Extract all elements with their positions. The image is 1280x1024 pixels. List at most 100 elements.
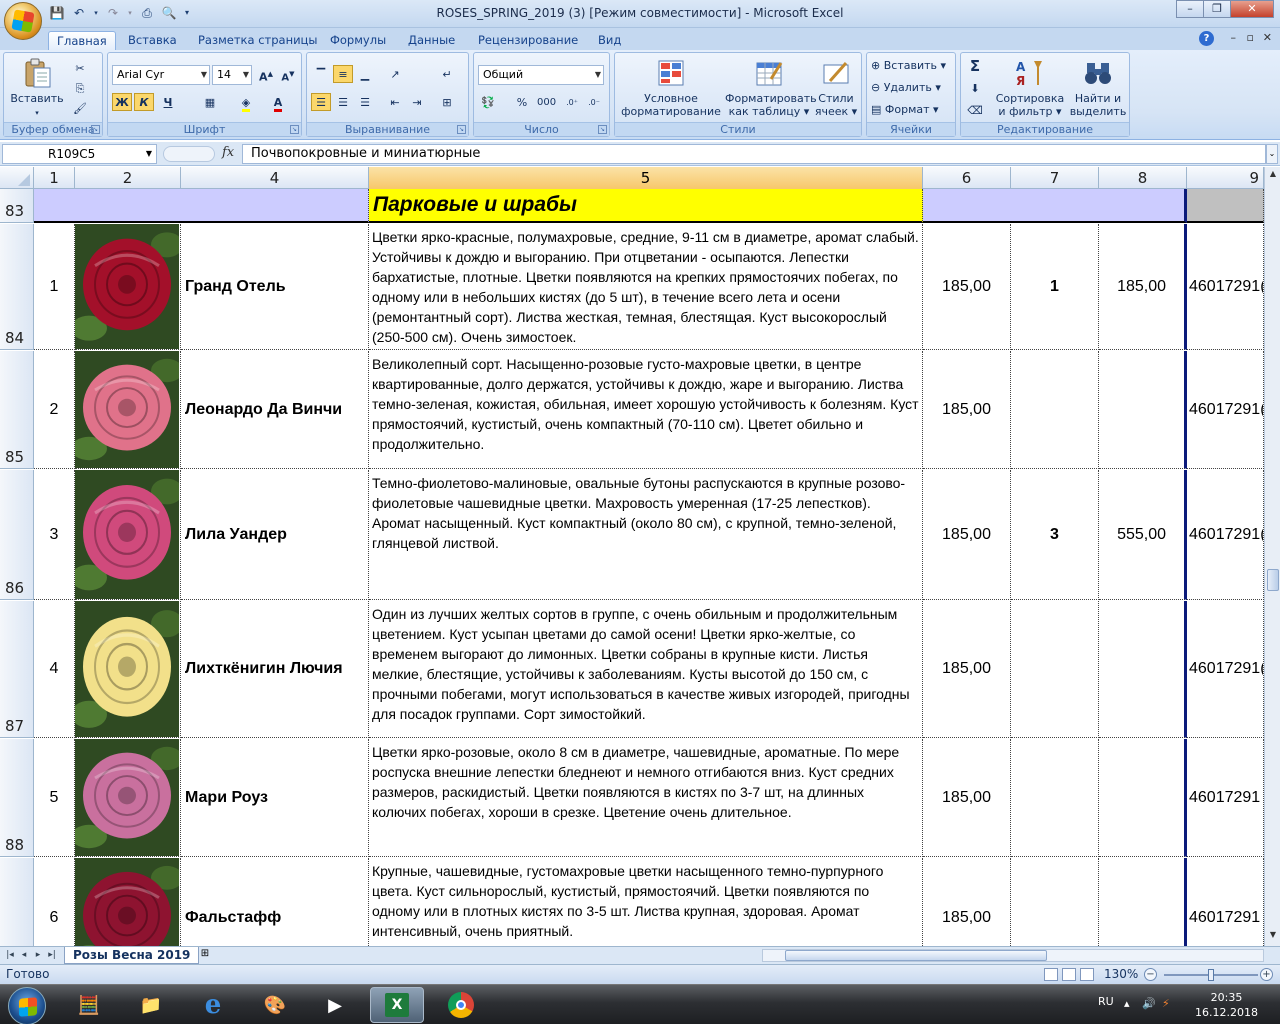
decrease-indent-icon[interactable]: ⇤ bbox=[385, 93, 405, 111]
section-cell[interactable] bbox=[1187, 189, 1264, 223]
description-cell[interactable]: Темно-фиолетово-малиновые, овальные буто… bbox=[369, 470, 923, 600]
price-cell[interactable]: 185,00 bbox=[923, 739, 1011, 857]
number-launcher-icon[interactable]: ↘ bbox=[598, 125, 607, 134]
prev-sheet-icon[interactable]: ◂ bbox=[18, 948, 30, 963]
next-sheet-icon[interactable]: ▸ bbox=[32, 948, 44, 963]
italic-button[interactable]: К bbox=[134, 93, 154, 111]
row-header[interactable]: 86 bbox=[0, 470, 34, 600]
calculator-icon[interactable]: 🧮 bbox=[62, 987, 116, 1023]
price-cell[interactable]: 185,00 bbox=[923, 351, 1011, 469]
grow-font-icon[interactable]: A▲ bbox=[256, 65, 276, 84]
product-name-cell[interactable]: Гранд Отель bbox=[181, 224, 369, 350]
tab-home[interactable]: Главная bbox=[48, 31, 116, 50]
section-cell[interactable] bbox=[34, 189, 369, 223]
row-index-cell[interactable]: 6 bbox=[34, 858, 75, 946]
orientation-icon[interactable]: ↗ bbox=[385, 65, 405, 83]
photo-cell[interactable] bbox=[75, 601, 181, 738]
row-index-cell[interactable]: 4 bbox=[34, 601, 75, 738]
internet-explorer-icon[interactable]: e bbox=[186, 987, 240, 1023]
media-player-icon[interactable]: ▶ bbox=[308, 987, 362, 1023]
horizontal-scroll-thumb[interactable] bbox=[785, 950, 1047, 961]
product-name-cell[interactable]: Мари Роуз bbox=[181, 739, 369, 857]
explorer-icon[interactable]: 📁 bbox=[124, 987, 178, 1023]
last-sheet-icon[interactable]: ▸| bbox=[46, 948, 58, 963]
row-header[interactable]: 87 bbox=[0, 601, 34, 738]
bold-button[interactable]: Ж bbox=[112, 93, 132, 111]
description-cell[interactable]: Великолепный сорт. Насыщенно-розовые гус… bbox=[369, 351, 923, 469]
insert-cells-button[interactable]: ⊕ Вставить ▾ bbox=[871, 59, 946, 72]
sort-filter-button[interactable]: AЯ Сортировка и фильтр ▾ bbox=[995, 57, 1065, 118]
photo-cell[interactable] bbox=[75, 739, 181, 857]
description-cell[interactable]: Цветки ярко-розовые, около 8 см в диамет… bbox=[369, 739, 923, 857]
tab-review[interactable]: Рецензирование bbox=[470, 31, 586, 50]
product-name-cell[interactable]: Фальстафф bbox=[181, 858, 369, 946]
price-cell[interactable]: 185,00 bbox=[923, 858, 1011, 946]
column-header[interactable]: 8 bbox=[1099, 167, 1187, 189]
minimize-button[interactable]: – bbox=[1176, 0, 1204, 18]
price-cell[interactable]: 185,00 bbox=[923, 470, 1011, 600]
name-box[interactable]: R109C5 ▼ bbox=[2, 144, 157, 164]
total-cell[interactable] bbox=[1099, 601, 1187, 738]
tab-data[interactable]: Данные bbox=[400, 31, 463, 50]
product-name-cell[interactable]: Лихткёнигин Лючия bbox=[181, 601, 369, 738]
merge-center-icon[interactable]: ⊞ bbox=[437, 93, 457, 111]
clock[interactable]: 20:35 16.12.2018 bbox=[1195, 990, 1258, 1020]
column-header[interactable]: 6 bbox=[923, 167, 1011, 189]
percent-button[interactable]: % bbox=[512, 93, 532, 111]
product-name-cell[interactable]: Лила Уандер bbox=[181, 470, 369, 600]
barcode-cell[interactable]: 46017291( bbox=[1187, 224, 1264, 350]
total-cell[interactable] bbox=[1099, 351, 1187, 469]
insert-function-button[interactable]: fx bbox=[222, 145, 234, 160]
sheet-tab[interactable]: Розы Весна 2019 bbox=[64, 947, 200, 964]
row-index-cell[interactable]: 2 bbox=[34, 351, 75, 469]
zoom-in-icon[interactable]: + bbox=[1260, 968, 1273, 981]
row-index-cell[interactable]: 1 bbox=[34, 224, 75, 350]
horizontal-scrollbar[interactable] bbox=[762, 949, 1264, 962]
quantity-cell[interactable] bbox=[1011, 351, 1099, 469]
column-header[interactable]: 9 bbox=[1187, 167, 1264, 189]
photo-cell[interactable] bbox=[75, 858, 181, 946]
align-top-icon[interactable]: ▔ bbox=[311, 65, 331, 83]
currency-icon[interactable]: 💱 bbox=[478, 93, 498, 111]
column-header[interactable]: 1 bbox=[34, 167, 75, 189]
zoom-out-icon[interactable]: − bbox=[1144, 968, 1157, 981]
zoom-level[interactable]: 130% bbox=[1104, 967, 1138, 981]
delete-cells-button[interactable]: ⊖ Удалить ▾ bbox=[871, 81, 941, 94]
help-icon[interactable]: ? bbox=[1199, 31, 1214, 46]
font-size-combo[interactable]: 14 ▼ bbox=[212, 65, 252, 85]
thousands-button[interactable]: 000 bbox=[536, 93, 556, 111]
conditional-formatting-button[interactable]: Условноеформатирование ▾ bbox=[619, 57, 723, 131]
row-header[interactable]: 88 bbox=[0, 739, 34, 857]
vertical-scrollbar[interactable]: ▲ ▼ bbox=[1264, 167, 1280, 946]
total-cell[interactable] bbox=[1099, 739, 1187, 857]
first-sheet-icon[interactable]: |◂ bbox=[4, 948, 16, 963]
font-name-combo[interactable]: Arial Cyr ▼ bbox=[112, 65, 210, 85]
price-cell[interactable]: 185,00 bbox=[923, 224, 1011, 350]
format-cells-button[interactable]: ▤ Формат ▾ bbox=[871, 103, 939, 116]
shrink-font-icon[interactable]: A▼ bbox=[278, 65, 298, 83]
barcode-cell[interactable]: 46017291( bbox=[1187, 470, 1264, 600]
normal-view-icon[interactable] bbox=[1044, 968, 1058, 981]
restore-button[interactable]: ❐ bbox=[1203, 0, 1231, 18]
section-cell[interactable] bbox=[923, 189, 1187, 223]
row-index-cell[interactable]: 3 bbox=[34, 470, 75, 600]
start-button[interactable] bbox=[8, 987, 46, 1024]
quantity-cell[interactable] bbox=[1011, 601, 1099, 738]
total-cell[interactable]: 185,00 bbox=[1099, 224, 1187, 350]
zoom-slider-knob[interactable] bbox=[1208, 969, 1214, 981]
row-header[interactable]: 89 bbox=[0, 858, 34, 946]
photo-cell[interactable] bbox=[75, 351, 181, 469]
office-button[interactable] bbox=[4, 2, 42, 40]
description-cell[interactable]: Один из лучших желтых сортов в группе, с… bbox=[369, 601, 923, 738]
product-name-cell[interactable]: Леонардо Да Винчи bbox=[181, 351, 369, 469]
volume-icon[interactable]: 🔊 bbox=[1142, 997, 1156, 1010]
increase-decimal-icon[interactable]: .0⁺ bbox=[562, 93, 582, 111]
column-header[interactable]: 4 bbox=[181, 167, 369, 189]
row-header[interactable]: 85 bbox=[0, 351, 34, 469]
copy-icon[interactable]: ⎘ bbox=[70, 79, 90, 97]
wrap-text-icon[interactable]: ↵ bbox=[437, 65, 457, 83]
insert-sheet-icon[interactable]: ⊞ bbox=[194, 948, 216, 963]
paint-icon[interactable]: 🎨 bbox=[248, 987, 302, 1023]
photo-cell[interactable] bbox=[75, 224, 181, 350]
quantity-cell[interactable] bbox=[1011, 858, 1099, 946]
